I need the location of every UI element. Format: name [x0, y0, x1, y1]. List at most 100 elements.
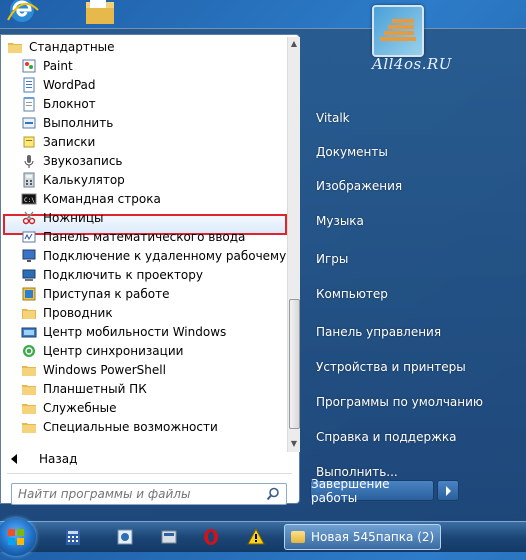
shutdown-label: Завершение работы — [311, 476, 390, 505]
program-item[interactable]: Калькулятор — [1, 170, 286, 189]
ie-desktop-icon[interactable] — [4, 0, 40, 26]
paint-icon — [21, 58, 37, 74]
program-item[interactable]: Подключение к удаленному рабочему стол — [1, 246, 286, 265]
user-avatar[interactable] — [372, 5, 424, 57]
sync-center-icon — [21, 343, 37, 359]
right-pane-item[interactable]: Справка и поддержка — [316, 430, 457, 444]
program-label: Ножницы — [43, 210, 104, 225]
folder-icon — [21, 400, 37, 416]
program-label: Подключить к проектору — [43, 267, 203, 282]
right-pane-item[interactable]: Программы по умолчанию — [316, 395, 483, 409]
explorer-icon — [21, 305, 37, 321]
right-pane-item[interactable]: Устройства и принтеры — [316, 360, 466, 374]
program-label: Выполнить — [43, 115, 114, 130]
program-item[interactable]: Панель математического ввода — [1, 227, 286, 246]
programs-pane: Стандартные Paint WordPad Блокнот Выполнить З… — [0, 34, 300, 505]
projector-icon — [21, 267, 37, 283]
program-item[interactable]: Служебные — [1, 398, 286, 417]
program-label: Стандартные — [29, 39, 115, 54]
folder-icon — [291, 531, 305, 543]
program-item[interactable]: Записки — [1, 132, 286, 151]
program-label: Планшетный ПК — [43, 381, 147, 396]
program-item[interactable]: Стандартные — [1, 37, 286, 56]
program-label: Записки — [43, 134, 96, 149]
start-menu: Стандартные Paint WordPad Блокнот Выполнить З… — [0, 5, 526, 522]
run-icon — [21, 115, 37, 131]
notepad-icon — [21, 96, 37, 112]
network-taskbar-icon[interactable] — [116, 528, 134, 546]
divider — [7, 473, 292, 474]
right-pane-item[interactable]: Панель управления — [316, 325, 441, 339]
shutdown-button[interactable]: Завершение работы — [310, 477, 434, 505]
program-item[interactable]: Планшетный ПК — [1, 379, 286, 398]
scissors-icon — [21, 210, 37, 226]
scroll-up-icon[interactable]: ▲ — [288, 37, 300, 51]
cmd-icon: C:\ — [21, 191, 37, 207]
program-item[interactable]: Центр мобильности Windows — [1, 322, 286, 341]
program-item[interactable]: Paint — [1, 56, 286, 75]
back-button[interactable]: Назад — [1, 447, 286, 471]
search-box[interactable] — [11, 483, 287, 505]
taskbar-folder-label: Новая 545папка (2) — [311, 530, 435, 544]
remote-desktop-icon — [21, 248, 37, 264]
right-pane-item[interactable]: Игры — [316, 252, 348, 266]
shutdown-options-button[interactable] — [437, 480, 459, 501]
back-arrow-icon — [11, 454, 17, 464]
disk-taskbar-icon[interactable] — [160, 528, 178, 546]
scroll-down-icon[interactable]: ▼ — [288, 437, 300, 451]
folder-icon — [21, 362, 37, 378]
calculator-icon — [21, 172, 37, 188]
right-pane-item[interactable]: Изображения — [316, 179, 402, 193]
right-pane-item[interactable]: Vitalk — [316, 111, 350, 125]
search-input[interactable] — [18, 486, 258, 502]
taskbar-folder-button[interactable]: Новая 545папка (2) — [284, 524, 441, 550]
folder-icon — [21, 419, 37, 435]
program-item[interactable]: Приступая к работе — [1, 284, 286, 303]
program-item[interactable]: Звукозапись — [1, 151, 286, 170]
programs-list: Стандартные Paint WordPad Блокнот Выполнить З… — [1, 37, 286, 457]
program-item[interactable]: Блокнот — [1, 94, 286, 113]
app-taskbar-icon[interactable] — [64, 528, 82, 546]
program-label: Служебные — [43, 400, 117, 415]
program-label: Панель математического ввода — [43, 229, 246, 244]
sticky-notes-icon — [21, 134, 37, 150]
folder-icon — [7, 39, 23, 55]
mobility-center-icon — [21, 324, 37, 340]
program-label: Проводник — [43, 305, 113, 320]
opera-icon[interactable] — [202, 528, 220, 546]
scroll-thumb[interactable] — [289, 299, 300, 429]
program-item[interactable]: C:\ Командная строка — [1, 189, 286, 208]
program-item[interactable]: Выполнить — [1, 113, 286, 132]
program-label: Калькулятор — [43, 172, 125, 187]
taskbar: Новая 545папка (2) — [0, 518, 526, 556]
program-item[interactable]: Специальные возможности — [1, 417, 286, 436]
program-item[interactable]: Центр синхронизации — [1, 341, 286, 360]
program-item[interactable]: Ножницы — [1, 208, 286, 227]
microphone-icon — [21, 153, 37, 169]
program-label: Подключение к удаленному рабочему стол — [43, 248, 286, 263]
program-item[interactable]: WordPad — [1, 75, 286, 94]
watermark: All4os.RU — [372, 55, 452, 73]
right-pane-item[interactable]: Документы — [316, 145, 388, 159]
program-label: Центр синхронизации — [43, 343, 184, 358]
program-label: Специальные возможности — [43, 419, 218, 434]
folder-desktop-icon[interactable] — [82, 0, 118, 26]
search-icon[interactable] — [266, 487, 280, 501]
folder-icon — [21, 381, 37, 397]
start-button[interactable] — [0, 518, 36, 556]
right-pane-item[interactable]: Музыка — [316, 214, 364, 228]
right-pane-item[interactable]: Компьютер — [316, 287, 388, 301]
program-label: Блокнот — [43, 96, 96, 111]
programs-scrollbar[interactable]: ▲ ▼ — [287, 37, 300, 452]
svg-text:C:\: C:\ — [24, 197, 35, 204]
math-input-icon — [21, 229, 37, 245]
program-label: Звукозапись — [43, 153, 123, 168]
wordpad-icon — [21, 77, 37, 93]
program-label: Windows PowerShell — [43, 362, 166, 377]
program-item[interactable]: Проводник — [1, 303, 286, 322]
chevron-right-icon — [446, 486, 451, 496]
program-item[interactable]: Windows PowerShell — [1, 360, 286, 379]
getting-started-icon — [21, 286, 37, 302]
program-item[interactable]: Подключить к проектору — [1, 265, 286, 284]
warning-icon[interactable] — [247, 527, 265, 546]
